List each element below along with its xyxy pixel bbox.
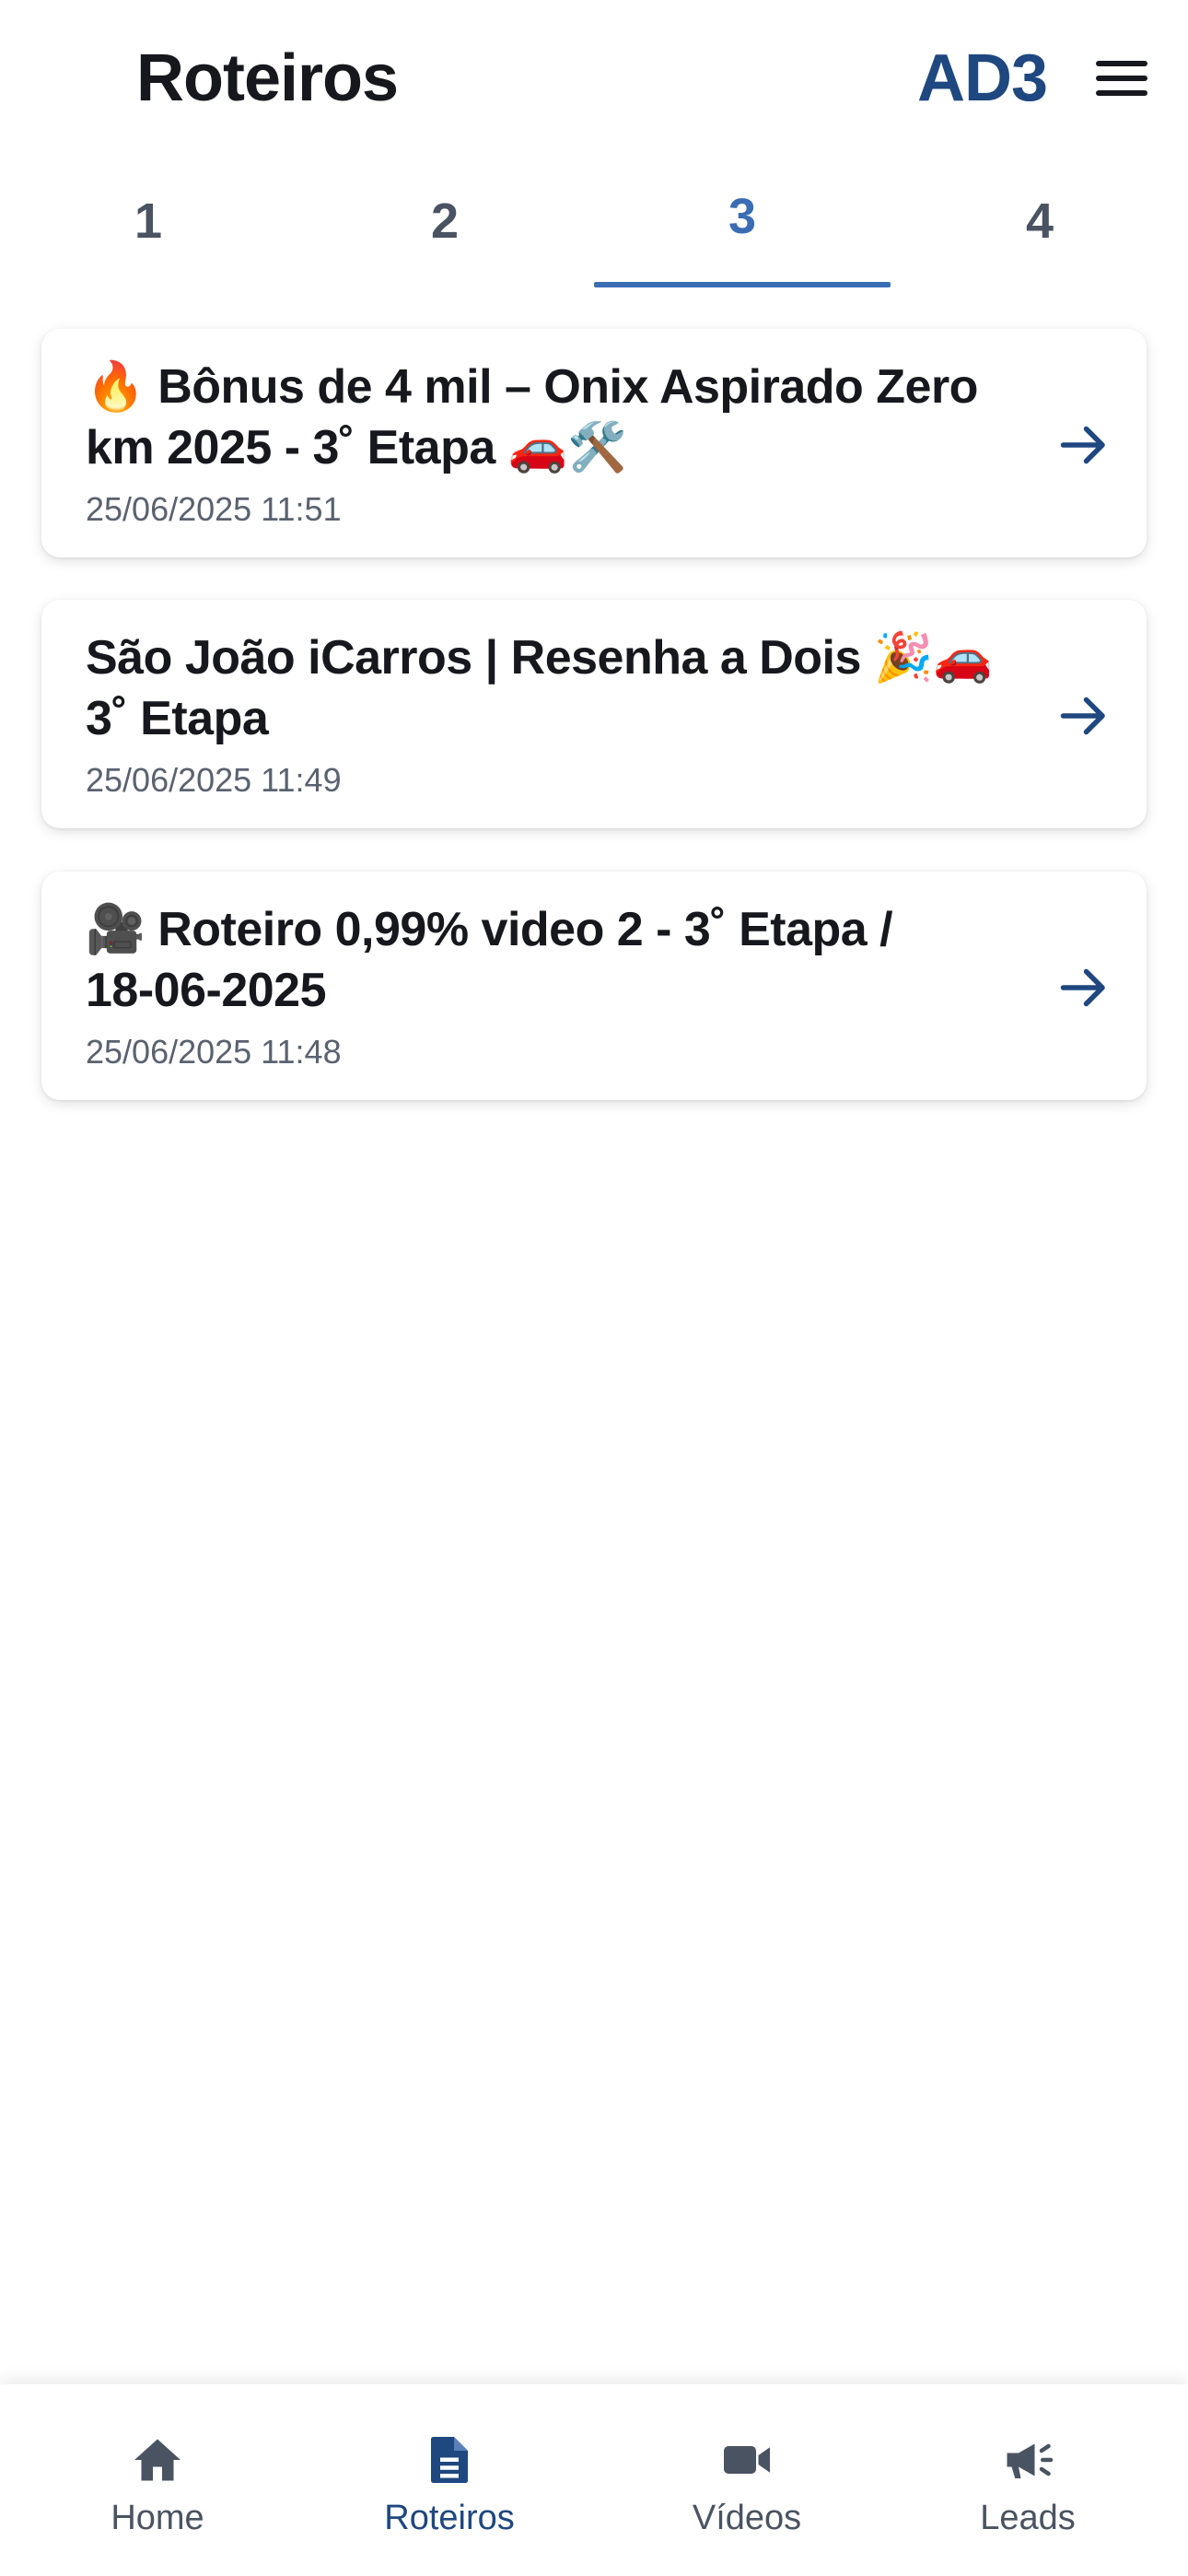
brand-logo: AD3	[917, 41, 1048, 115]
document-icon	[431, 2437, 468, 2483]
script-card-title-line: 🎥 Roteiro 0,99% video 2 - 3˚ Etapa /	[86, 903, 893, 956]
nav-home[interactable]: Home	[9, 2384, 306, 2576]
nav-videos[interactable]: Vídeos	[599, 2384, 895, 2576]
script-card-title: 🔥 Bônus de 4 mil – Onix Aspirado Zero km…	[86, 357, 1016, 478]
stage-tabs: 1 2 3 4	[0, 157, 1188, 287]
script-card[interactable]: 🔥 Bônus de 4 mil – Onix Aspirado Zero km…	[41, 329, 1147, 557]
script-card-date: 25/06/2025 11:49	[86, 761, 342, 799]
nav-label: Leads	[980, 2499, 1076, 2537]
video-camera-icon	[724, 2446, 770, 2474]
script-card-title-line: São João iCarros | Resenha a Dois 🎉🚗	[86, 631, 993, 685]
nav-label: Roteiros	[384, 2499, 515, 2537]
app-header: Roteiros AD3	[0, 0, 1188, 157]
tab-4[interactable]: 4	[891, 157, 1188, 287]
script-card-title: 🎥 Roteiro 0,99% video 2 - 3˚ Etapa / 18-…	[86, 899, 1016, 1021]
script-card-title-line: 🔥 Bônus de 4 mil – Onix Aspirado Zero	[86, 360, 978, 414]
page-title: Roteiros	[136, 41, 399, 115]
hamburger-menu-icon[interactable]	[1092, 57, 1153, 100]
nav-leads[interactable]: Leads	[879, 2384, 1176, 2576]
home-icon	[134, 2439, 181, 2481]
nav-label: Home	[111, 2499, 204, 2537]
script-card[interactable]: São João iCarros | Resenha a Dois 🎉🚗 3˚ …	[41, 600, 1147, 828]
script-card-title-line: 18-06-2025	[86, 964, 327, 1017]
active-tab-indicator	[594, 282, 891, 287]
tab-1[interactable]: 1	[0, 157, 297, 287]
arrow-right-icon[interactable]	[1056, 688, 1112, 744]
megaphone-icon	[1007, 2443, 1054, 2478]
nav-label: Vídeos	[692, 2499, 802, 2537]
script-card-date: 25/06/2025 11:51	[86, 490, 342, 528]
script-card-title: São João iCarros | Resenha a Dois 🎉🚗 3˚ …	[86, 627, 1016, 749]
arrow-right-icon[interactable]	[1056, 417, 1112, 473]
bottom-navigation: Home Roteiros Vídeos Leads	[0, 2384, 1188, 2576]
nav-roteiros[interactable]: Roteiros	[301, 2384, 598, 2576]
tab-3[interactable]: 3	[594, 157, 891, 287]
script-card-title-line: km 2025 - 3˚ Etapa 🚗🛠️	[86, 421, 627, 474]
script-card[interactable]: 🎥 Roteiro 0,99% video 2 - 3˚ Etapa / 18-…	[41, 872, 1147, 1100]
script-card-title-line: 3˚ Etapa	[86, 692, 269, 745]
arrow-right-icon[interactable]	[1056, 960, 1112, 1015]
script-card-date: 25/06/2025 11:48	[86, 1033, 342, 1071]
tab-2[interactable]: 2	[297, 157, 593, 287]
